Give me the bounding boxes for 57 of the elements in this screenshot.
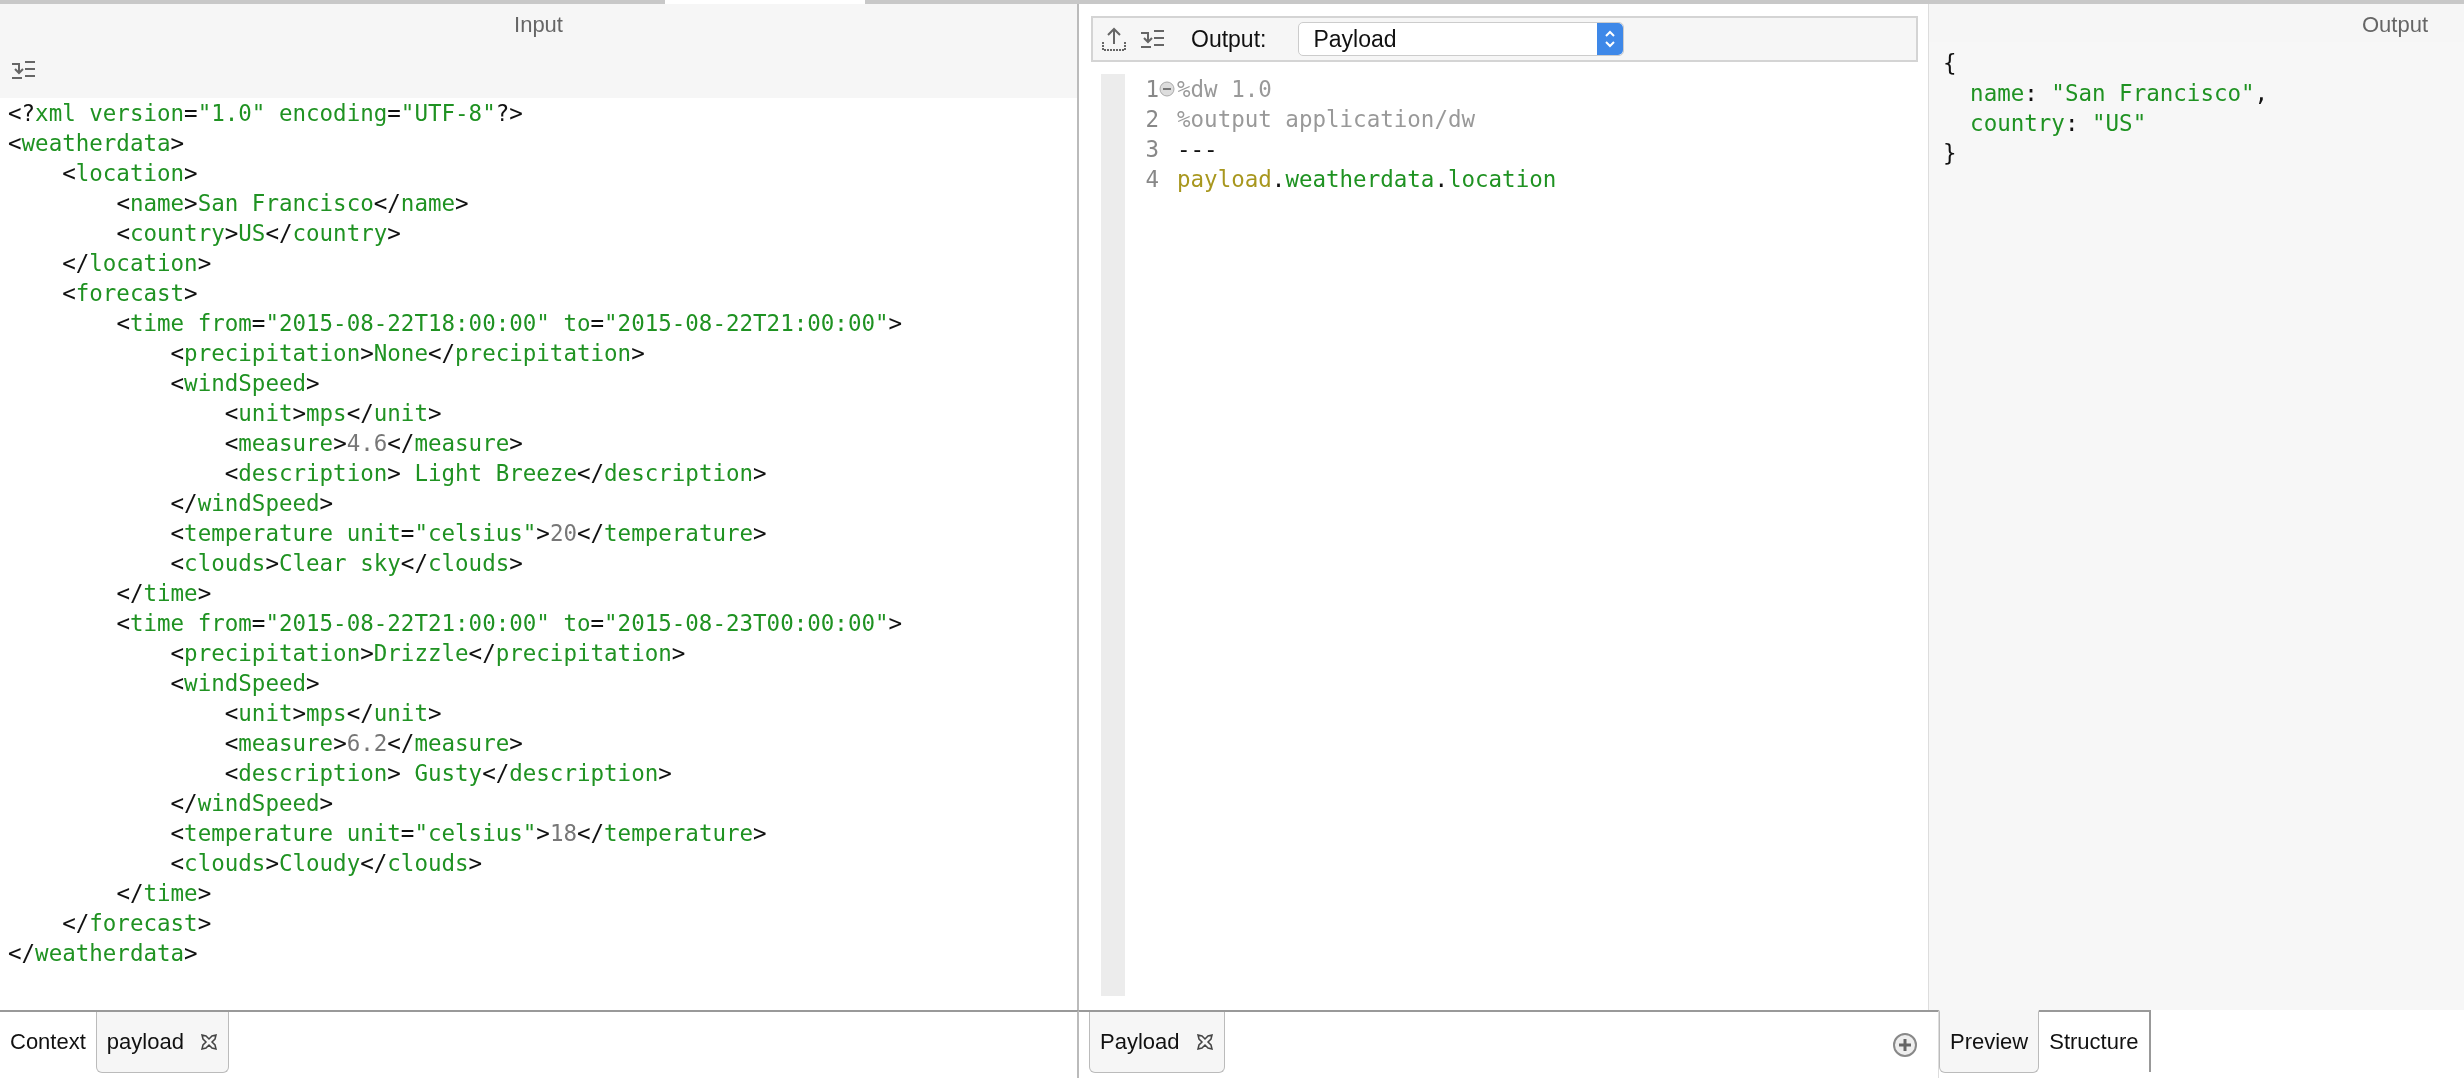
close-icon[interactable] — [199, 1033, 218, 1051]
code-line: %dw 1.0 — [1177, 75, 1272, 104]
code-line: <windSpeed> — [169, 369, 321, 398]
line-number: 2 — [1144, 105, 1159, 134]
stepper-icon — [1597, 23, 1624, 55]
close-icon[interactable] — [1195, 1033, 1214, 1051]
code-line: </location> — [61, 249, 213, 278]
code-line: <clouds>Cloudy</clouds> — [169, 849, 484, 878]
code-line: <measure>6.2</measure> — [223, 729, 524, 758]
line-number: 4 — [1144, 165, 1159, 194]
code-line: <time from="2015-08-22T18:00:00" to="2015-08-22T21:00:00"> — [115, 309, 904, 338]
code-line: </forecast> — [61, 909, 213, 938]
code-line: </windSpeed> — [169, 489, 335, 518]
code-line: <?xml version="1.0" encoding="UTF-8"?> — [8, 99, 524, 128]
code-line: payload.weatherdata.location — [1177, 165, 1557, 194]
code-line: country: "US" — [1969, 109, 2148, 138]
code-line: <description> Gusty</description> — [223, 759, 673, 788]
code-line: <forecast> — [61, 279, 199, 308]
tab[interactable]: Context — [0, 1012, 96, 1072]
indent-icon[interactable] — [1139, 28, 1165, 50]
code-line: name: "San Francisco", — [1969, 79, 2270, 108]
code-line: <description> Light Breeze</description> — [223, 459, 768, 488]
code-line: <temperature unit="celsius">18</temperature> — [169, 819, 768, 848]
tab[interactable]: payload — [95, 1012, 229, 1073]
code-line: </time> — [115, 879, 213, 908]
code-line: --- — [1177, 135, 1218, 164]
indent-icon[interactable] — [10, 59, 36, 81]
code-line: <windSpeed> — [169, 669, 321, 698]
code-line: { — [1943, 49, 1958, 78]
code-line: <temperature unit="celsius">20</temperature> — [169, 519, 768, 548]
code-line: <unit>mps</unit> — [223, 399, 443, 428]
output-dropdown[interactable]: Payload — [1298, 22, 1625, 56]
code-line: <country>US</country> — [115, 219, 402, 248]
code-line: <clouds>Clear sky</clouds> — [169, 549, 524, 578]
add-icon[interactable] — [1892, 1032, 1918, 1058]
line-number: 1 — [1144, 75, 1159, 104]
code-line: </weatherdata> — [8, 939, 199, 968]
code-line: <location> — [61, 159, 199, 188]
tab[interactable]: Payload — [1089, 1012, 1225, 1073]
line-number: 3 — [1144, 135, 1159, 164]
code-line: <name>San Francisco</name> — [115, 189, 470, 218]
code-line: } — [1943, 139, 1958, 168]
code-line: <precipitation>None</precipitation> — [169, 339, 646, 368]
fold-icon[interactable] — [1159, 81, 1175, 97]
code-line: <time from="2015-08-22T21:00:00" to="2015-08-23T00:00:00"> — [115, 609, 904, 638]
output-label: Output: — [1191, 25, 1267, 53]
code-line: <precipitation>Drizzle</precipitation> — [169, 639, 687, 668]
code-line: %output application/dw — [1177, 105, 1475, 134]
tab[interactable]: Structure — [2039, 1010, 2151, 1072]
tab[interactable]: Preview — [1939, 1010, 2040, 1073]
panel-title: Input — [0, 4, 1077, 42]
code-line: <unit>mps</unit> — [223, 699, 443, 728]
code-line: </windSpeed> — [169, 789, 335, 818]
code-line: <measure>4.6</measure> — [223, 429, 524, 458]
code-line: <weatherdata> — [8, 129, 186, 158]
upload-icon[interactable] — [1101, 26, 1127, 52]
code-line: </time> — [115, 579, 213, 608]
